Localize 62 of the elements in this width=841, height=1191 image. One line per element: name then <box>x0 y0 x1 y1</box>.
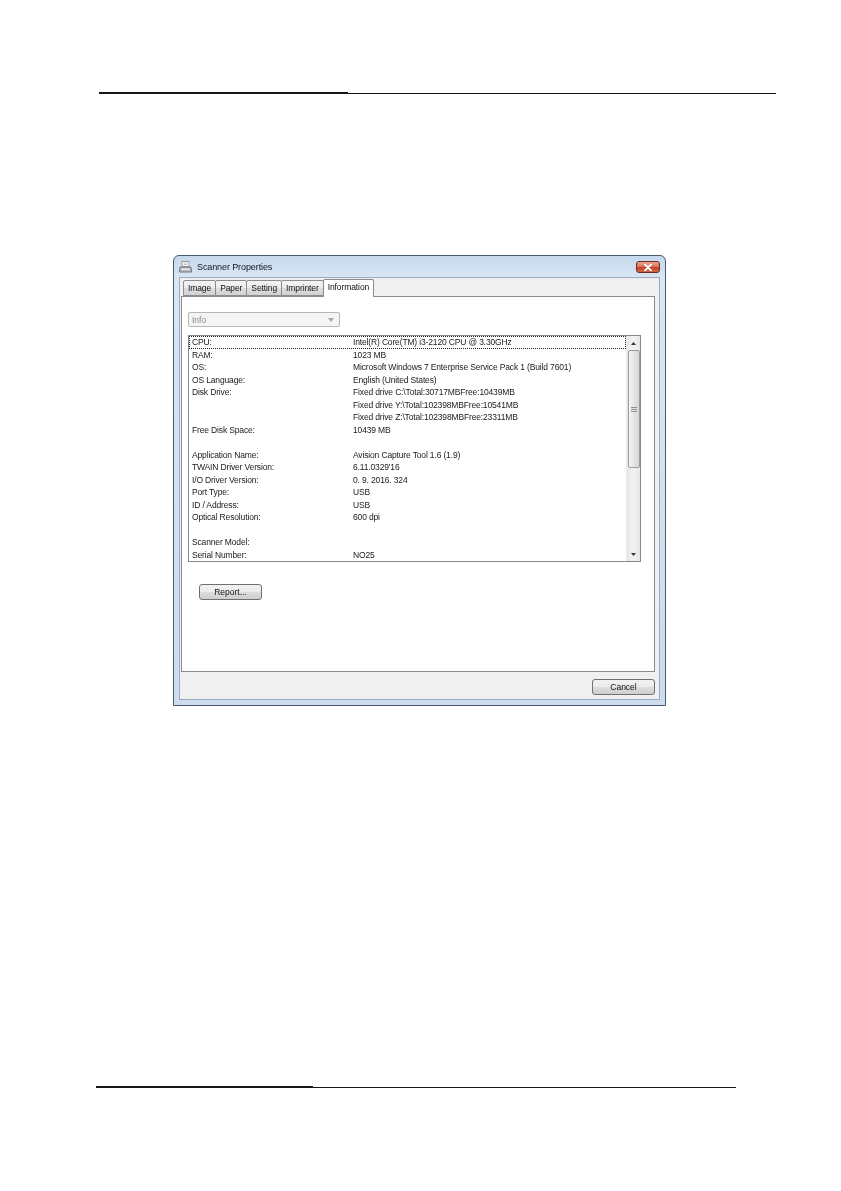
cancel-button[interactable]: Cancel <box>592 679 655 695</box>
info-value: 0. 9. 2016. 324 <box>353 474 408 485</box>
tab[interactable]: Paper <box>215 280 248 296</box>
close-icon <box>644 263 652 271</box>
list-row[interactable]: OS: Microsoft Windows 7 Enterprise Service Pack 1 (Build 7601) <box>189 361 626 374</box>
info-value: NO25 <box>353 549 375 560</box>
list-row[interactable]: TWAIN Driver Version: 6.11.0329'16 <box>189 461 626 474</box>
info-label: Port Type: <box>191 487 231 498</box>
close-button[interactable] <box>636 261 660 273</box>
info-value: 1023 MB <box>353 349 386 360</box>
list-row[interactable]: Optical Resolution: 600 dpi <box>189 511 626 524</box>
list-row[interactable]: Fixed drive Z:\Total:102398MBFree:23311MB <box>189 411 626 424</box>
caret-icon <box>328 317 334 322</box>
info-label: Optical Resolution: <box>191 512 262 523</box>
info-label: Application Name: <box>191 449 260 460</box>
info-value: USB <box>353 487 371 498</box>
info-value: USB <box>353 499 371 510</box>
list-row[interactable]: Scanner Model: <box>189 536 626 549</box>
info-label: Serial Number: <box>191 549 248 560</box>
info-label: OS: <box>191 362 208 373</box>
window-title: Scanner Properties <box>197 261 273 272</box>
list-row[interactable]: Disk Drive: Fixed drive C:\Total:30717MBFree:10439MB <box>189 386 626 399</box>
scroll-thumb[interactable] <box>627 350 640 468</box>
list-row[interactable]: CPU: Intel(R) Core(TM) i3-2120 CPU @ 3.30GHz <box>189 336 626 349</box>
info-label: ID / Address: <box>191 499 240 510</box>
list-row[interactable]: Fixed drive Y:\Total:102398MBFree:10541MB <box>189 398 626 411</box>
info-value: Fixed drive Z:\Total:102398MBFree:23311MB <box>353 412 518 423</box>
list-row[interactable]: Free Disk Space: 10439 MB <box>189 423 626 436</box>
info-label: Scanner Model: <box>191 537 251 548</box>
scrollbar[interactable] <box>626 336 640 561</box>
tab[interactable]: Image <box>183 280 217 296</box>
info-label: CPU: <box>191 337 213 348</box>
list-row[interactable]: OS Language: English (United States) <box>189 373 626 386</box>
list-row[interactable]: RAM: 1023 MB <box>189 348 626 361</box>
tab[interactable]: Setting <box>246 280 283 296</box>
list-row[interactable]: I/O Driver Version: 0. 9. 2016. 324 <box>189 473 626 486</box>
tab[interactable]: Imprinter <box>281 280 324 296</box>
info-label: Free Disk Space: <box>191 424 256 435</box>
info-value: Fixed drive C:\Total:30717MBFree:10439MB <box>353 387 515 398</box>
info-value: 10439 MB <box>353 424 391 435</box>
info-label: RAM: <box>191 349 214 360</box>
report-button[interactable]: Report... <box>199 584 262 600</box>
info-label: Disk Drive: <box>191 387 233 398</box>
info-value: Fixed drive Y:\Total:102398MBFree:10541MB <box>353 399 519 410</box>
info-value: Intel(R) Core(TM) i3-2120 CPU @ 3.30GHz <box>353 337 512 348</box>
info-value: 6.11.0329'16 <box>353 462 400 473</box>
info-value: English (United States) <box>353 374 437 385</box>
list-row[interactable]: Serial Number: NO25 <box>189 548 626 561</box>
info-label: OS Language: <box>191 374 247 385</box>
tab[interactable]: Information <box>322 279 375 297</box>
scroll-up-arrow-icon[interactable] <box>631 341 636 345</box>
info-label: I/O Driver Version: <box>191 474 260 485</box>
info-label: TWAIN Driver Version: <box>191 462 276 473</box>
list-row[interactable]: ID / Address: USB <box>189 498 626 511</box>
list-row[interactable]: Port Type: USB <box>189 486 626 499</box>
scroll-down-arrow-icon[interactable] <box>631 552 636 556</box>
info-value: Avision Capture Tool 1.6 (1.9) <box>353 449 461 460</box>
info-value: 600 dpi <box>353 512 380 523</box>
list-row[interactable]: Application Name: Avision Capture Tool 1.6 (1.9) <box>189 448 626 461</box>
grip-icon <box>630 406 637 412</box>
info-value: Microsoft Windows 7 Enterprise Service Pack 1 (Build 7601) <box>353 362 572 373</box>
scanner-icon <box>179 260 192 273</box>
